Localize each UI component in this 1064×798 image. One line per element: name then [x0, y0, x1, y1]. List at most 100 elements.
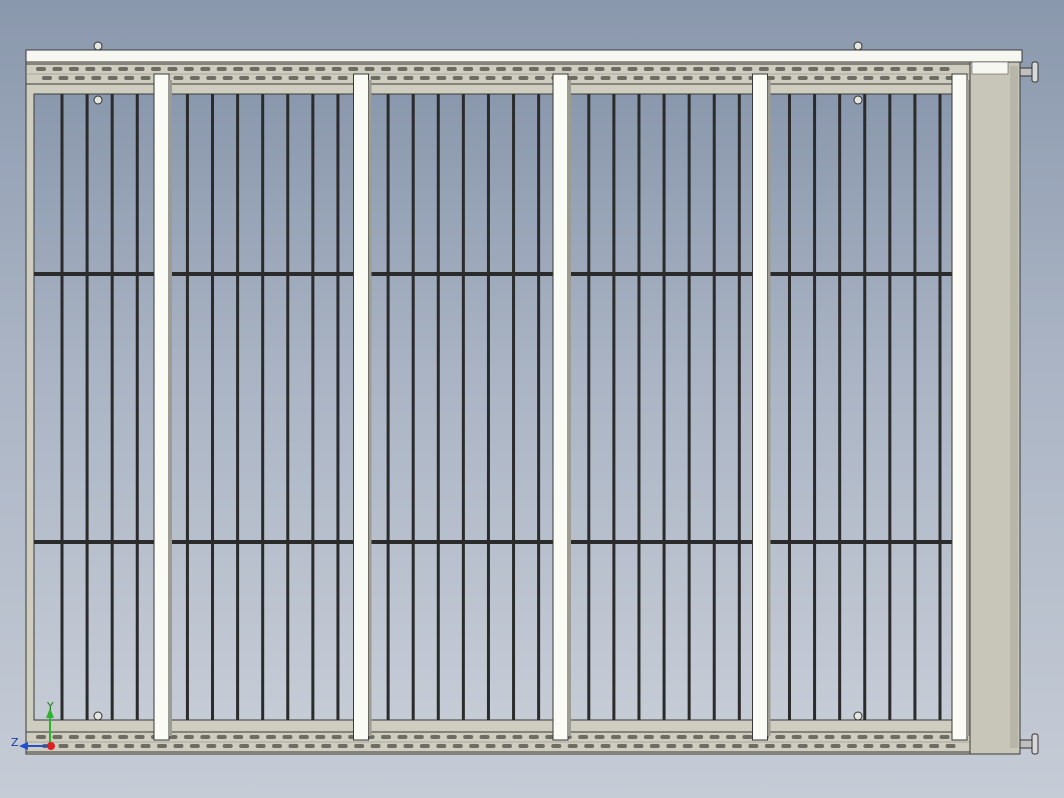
rail-slot: [594, 67, 605, 71]
rail-slot: [699, 744, 710, 748]
rail-slot: [189, 76, 200, 80]
bolt: [853, 41, 863, 51]
vertical-bar: [135, 94, 139, 720]
rail-slot: [594, 735, 605, 739]
rail-slot: [331, 735, 342, 739]
rail-slot: [781, 76, 792, 80]
rail-slot: [666, 744, 677, 748]
post-shadow: [767, 80, 771, 736]
rail-slot: [643, 735, 654, 739]
rail-slot: [600, 76, 611, 80]
bolt: [93, 711, 103, 721]
rail-slot: [567, 76, 578, 80]
rail-slot: [266, 67, 276, 71]
rail-slot: [518, 744, 529, 748]
rail-slot: [906, 735, 917, 739]
rail-slot: [485, 744, 496, 748]
rail-slot: [74, 744, 85, 748]
rail-slot: [726, 735, 736, 739]
rail-slot: [649, 744, 660, 748]
rail-slot: [896, 76, 907, 80]
rail-slot: [726, 67, 736, 71]
vertical-bar: [386, 94, 390, 720]
rail-slot: [419, 744, 430, 748]
rail-slot: [233, 67, 244, 71]
rail-slot: [91, 76, 102, 80]
rail-slot: [693, 67, 704, 71]
vertical-bar: [888, 94, 892, 720]
rail-slot: [649, 76, 660, 80]
rail-slot: [189, 744, 200, 748]
rail-slot: [857, 67, 868, 71]
rail-slot: [370, 76, 381, 80]
rail-slot: [578, 735, 589, 739]
rail-slot: [666, 76, 677, 80]
rail-slot: [36, 67, 46, 71]
rail-slot: [272, 76, 282, 80]
rail-slot: [945, 744, 956, 748]
rail-slot: [824, 735, 835, 739]
rail-slot: [830, 744, 841, 748]
motor-housing: [969, 61, 1039, 755]
rail-slot: [764, 744, 775, 748]
rail-slot: [775, 735, 786, 739]
rail-slot: [469, 744, 480, 748]
rail-slot: [272, 744, 282, 748]
vertical-bar: [913, 94, 917, 720]
rail-slot: [709, 735, 720, 739]
rail-slot: [370, 744, 381, 748]
rail-slot: [222, 76, 233, 80]
rail-slot: [863, 76, 874, 80]
rail-slot: [699, 76, 710, 80]
vertical-bar: [286, 94, 290, 720]
rail-slot: [403, 76, 414, 80]
rail-slot: [545, 67, 556, 71]
rail-slot: [52, 67, 63, 71]
post-shadow: [169, 80, 172, 736]
rail-slot: [206, 76, 217, 80]
rail-slot: [502, 744, 512, 748]
vertical-bar: [486, 94, 490, 720]
rail-slot: [775, 67, 786, 71]
rail-slot: [233, 735, 244, 739]
rail-slot: [923, 735, 934, 739]
cad-viewport[interactable]: Y Z: [0, 0, 1064, 798]
rail-slot: [151, 67, 161, 71]
rail-slot: [446, 735, 457, 739]
rail-slot: [255, 744, 266, 748]
rail-slot: [528, 735, 539, 739]
rail-slot: [381, 67, 391, 71]
vertical-bar: [712, 94, 716, 720]
rail-slot: [617, 76, 627, 80]
rail-slot: [732, 76, 742, 80]
rail-slot: [68, 735, 79, 739]
rail-slot: [288, 76, 299, 80]
rail-slot: [298, 735, 309, 739]
rail-slot: [331, 67, 342, 71]
rail-slot: [715, 744, 726, 748]
vertical-bar: [336, 94, 340, 720]
rail-slot: [282, 735, 293, 739]
vertical-bar: [185, 94, 189, 720]
rail-slot: [436, 76, 447, 80]
rail-slot: [906, 67, 917, 71]
rail-slot: [36, 735, 46, 739]
rail-slot: [643, 67, 654, 71]
rail-slot: [912, 76, 923, 80]
vertical-bar: [813, 94, 817, 720]
rail-slot: [167, 67, 178, 71]
y-axis-label: Y: [46, 700, 54, 713]
vertical-bar: [411, 94, 415, 720]
rail-slot: [239, 76, 250, 80]
rail-slot: [512, 67, 523, 71]
rail-slot: [183, 735, 194, 739]
rail-slot: [58, 744, 69, 748]
rail-slot: [134, 67, 145, 71]
rail-slot: [676, 67, 687, 71]
vertical-bar: [211, 94, 215, 720]
rail-slot: [841, 735, 851, 739]
rail-slot: [682, 744, 693, 748]
vertical-bar: [537, 94, 541, 720]
rail-slot: [469, 76, 480, 80]
rail-slot: [315, 735, 326, 739]
